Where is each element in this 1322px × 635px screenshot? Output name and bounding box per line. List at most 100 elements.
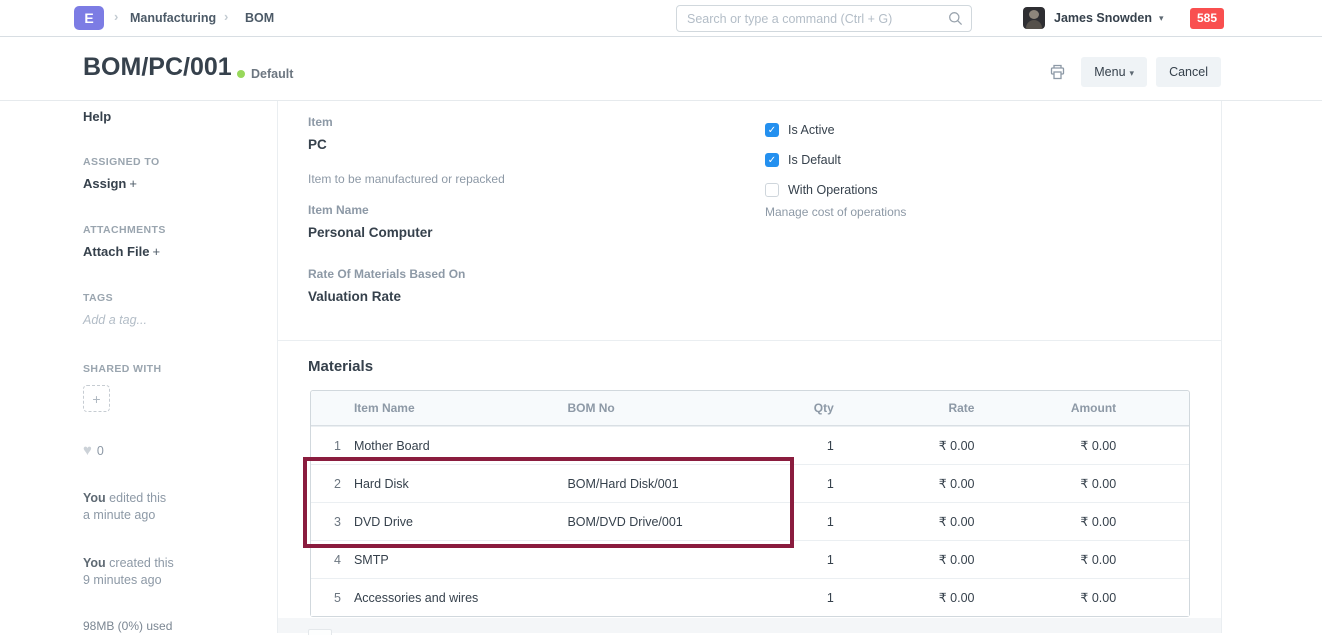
is-active-checkbox[interactable]: ✓ Is Active (765, 123, 835, 137)
cell-item-name: Hard Disk (354, 477, 568, 491)
sidebar-help-link[interactable]: Help (83, 109, 111, 124)
status-dot-icon (237, 70, 245, 78)
cell-rate: ₹ 0.00 (834, 514, 975, 529)
heart-icon: ♥ (83, 442, 92, 459)
rate-based-on-field-value[interactable]: Valuation Rate (308, 289, 401, 304)
search-input[interactable] (687, 12, 948, 26)
add-tag-input[interactable]: Add a tag... (83, 313, 147, 327)
checkbox-unchecked-icon (765, 183, 779, 197)
item-field-label: Item (308, 115, 333, 129)
cell-bom-no: BOM/DVD Drive/001 (567, 515, 767, 529)
row-index: 4 (311, 553, 354, 567)
like-control[interactable]: ♥ 0 (83, 442, 104, 459)
cell-amount: ₹ 0.00 (974, 514, 1116, 529)
cell-amount: ₹ 0.00 (974, 552, 1116, 567)
item-name-field-label: Item Name (308, 203, 369, 217)
chevron-right-icon: › (224, 9, 228, 24)
item-field-description: Item to be manufactured or repacked (308, 172, 505, 186)
row-index: 5 (311, 591, 354, 605)
page-actions: Menu▾ Cancel (1043, 57, 1221, 87)
chevron-right-icon: › (114, 9, 118, 24)
materials-grid: Item Name BOM No Qty Rate Amount 1 Mothe… (310, 390, 1190, 617)
row-index: 2 (311, 477, 354, 491)
cell-qty: 1 (767, 515, 834, 529)
user-menu[interactable]: James Snowden ▾ (1023, 7, 1163, 29)
next-section-edge (308, 629, 332, 635)
col-header-item-name: Item Name (354, 401, 568, 415)
cell-qty: 1 (767, 477, 834, 491)
form-area: Item PC Item to be manufactured or repac… (278, 101, 1222, 633)
page-head: BOM/PC/001 Default Menu▾ Cancel (0, 37, 1322, 101)
shared-with-heading: SHARED WITH (83, 363, 161, 375)
cell-rate: ₹ 0.00 (834, 476, 975, 491)
bom-form-page: E › Manufacturing › BOM James Snowden ▾ … (0, 0, 1322, 633)
table-row[interactable]: 5 Accessories and wires 1 ₹ 0.00 ₹ 0.00 (311, 578, 1189, 616)
top-navbar: E › Manufacturing › BOM James Snowden ▾ … (0, 0, 1322, 37)
cell-item-name: DVD Drive (354, 515, 568, 529)
search-icon (948, 11, 963, 26)
table-row[interactable]: 3 DVD Drive BOM/DVD Drive/001 1 ₹ 0.00 ₹… (311, 502, 1189, 540)
global-search (676, 5, 972, 32)
menu-button[interactable]: Menu▾ (1081, 57, 1147, 87)
plus-icon: + (152, 244, 160, 259)
status-indicator: Default (237, 67, 293, 81)
tags-heading: TAGS (83, 292, 113, 304)
grid-header-row: Item Name BOM No Qty Rate Amount (311, 391, 1189, 426)
materials-section-title: Materials (308, 358, 373, 375)
caret-down-icon: ▾ (1159, 13, 1164, 24)
rate-based-on-field-label: Rate Of Materials Based On (308, 267, 465, 281)
created-info: You created this 9 minutes ago (83, 555, 174, 589)
item-name-field-value[interactable]: Personal Computer (308, 225, 433, 240)
form-section-main: Item PC Item to be manufactured or repac… (278, 101, 1221, 341)
edited-info: You edited this a minute ago (83, 490, 166, 524)
notification-badge[interactable]: 585 (1190, 8, 1224, 29)
like-count: 0 (97, 444, 104, 458)
cell-qty: 1 (767, 553, 834, 567)
col-header-qty: Qty (767, 401, 834, 415)
col-header-rate: Rate (834, 401, 975, 415)
printer-icon (1049, 64, 1066, 80)
checkbox-checked-icon: ✓ (765, 123, 779, 137)
user-name: James Snowden (1054, 11, 1152, 25)
assign-button[interactable]: Assign+ (83, 176, 137, 191)
status-label: Default (251, 67, 293, 81)
with-operations-label: With Operations (788, 183, 878, 197)
fold-strip (278, 618, 1221, 633)
table-row[interactable]: 1 Mother Board 1 ₹ 0.00 ₹ 0.00 (311, 426, 1189, 464)
cell-rate: ₹ 0.00 (834, 438, 975, 453)
with-operations-description: Manage cost of operations (765, 205, 906, 219)
assigned-to-heading: ASSIGNED TO (83, 156, 160, 168)
cell-item-name: SMTP (354, 553, 568, 567)
is-active-label: Is Active (788, 123, 835, 137)
cell-qty: 1 (767, 439, 834, 453)
materials-section: Materials Item Name BOM No Qty Rate Amou… (278, 341, 1221, 618)
breadcrumb-bom[interactable]: BOM (245, 11, 274, 25)
is-default-checkbox[interactable]: ✓ Is Default (765, 153, 841, 167)
table-row[interactable]: 2 Hard Disk BOM/Hard Disk/001 1 ₹ 0.00 ₹… (311, 464, 1189, 502)
cell-bom-no: BOM/Hard Disk/001 (567, 477, 767, 491)
cell-amount: ₹ 0.00 (974, 438, 1116, 453)
attach-file-button[interactable]: Attach File+ (83, 244, 160, 259)
attachments-heading: ATTACHMENTS (83, 224, 166, 236)
breadcrumb-manufacturing[interactable]: Manufacturing (130, 11, 216, 25)
with-operations-checkbox[interactable]: With Operations (765, 183, 878, 197)
cell-qty: 1 (767, 591, 834, 605)
table-row[interactable]: 4 SMTP 1 ₹ 0.00 ₹ 0.00 (311, 540, 1189, 578)
share-add-button[interactable]: + (83, 385, 110, 412)
plus-icon: + (129, 176, 137, 191)
page-title: BOM/PC/001 (83, 53, 232, 82)
app-logo[interactable]: E (74, 6, 104, 30)
cancel-button[interactable]: Cancel (1156, 57, 1221, 87)
print-button[interactable] (1043, 60, 1072, 84)
row-index: 1 (311, 439, 354, 453)
storage-usage-link[interactable]: 98MB (0%) used (83, 619, 172, 633)
cell-item-name: Mother Board (354, 439, 568, 453)
form-sidebar: Help ASSIGNED TO Assign+ ATTACHMENTS Att… (0, 101, 278, 633)
item-field-value[interactable]: PC (308, 137, 327, 152)
cell-amount: ₹ 0.00 (974, 590, 1116, 605)
row-index: 3 (311, 515, 354, 529)
cell-amount: ₹ 0.00 (974, 476, 1116, 491)
col-header-bom-no: BOM No (567, 401, 767, 415)
cell-rate: ₹ 0.00 (834, 552, 975, 567)
is-default-label: Is Default (788, 153, 841, 167)
